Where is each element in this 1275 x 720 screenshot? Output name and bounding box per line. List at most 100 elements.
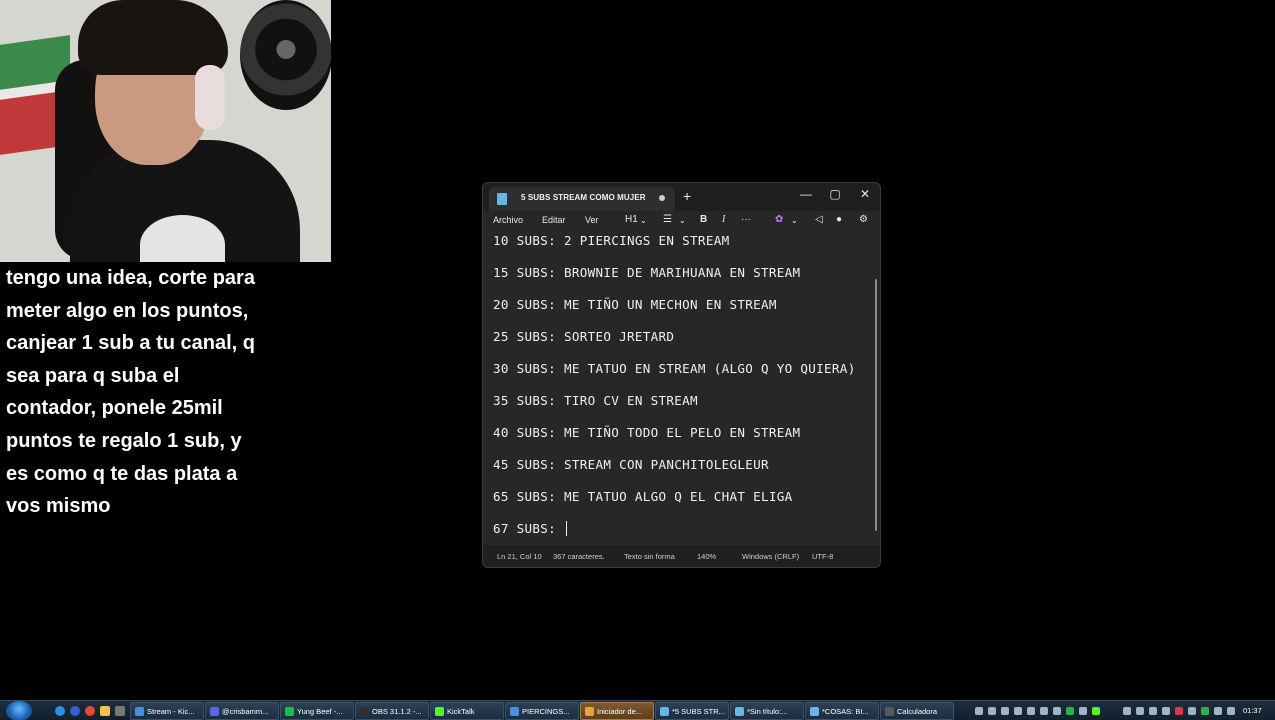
- taskbar-button[interactable]: @crisbamm...: [205, 702, 279, 720]
- overlay-line: tengo una idea, corte para: [6, 267, 255, 289]
- taskbar-button[interactable]: Stream - Kic...: [130, 702, 204, 720]
- app-icon: [660, 707, 669, 716]
- network-icon[interactable]: [1214, 707, 1222, 715]
- text-line: 25 SUBS: SORTEO JRETARD: [493, 329, 675, 344]
- maximize-button[interactable]: ▢: [820, 185, 850, 205]
- more-options-button[interactable]: ···: [741, 214, 751, 226]
- streamer-hair: [78, 0, 228, 75]
- tray-icon[interactable]: [975, 707, 983, 715]
- new-tab-button[interactable]: +: [683, 189, 691, 203]
- tray-icon[interactable]: [1001, 707, 1009, 715]
- taskbar-button-label: *COSAS: BI...: [822, 707, 869, 716]
- notepad-icon: [497, 193, 507, 205]
- italic-button[interactable]: I: [722, 214, 725, 226]
- tray-icon[interactable]: [1201, 707, 1209, 715]
- tray-icon[interactable]: [1014, 707, 1022, 715]
- chat-message-overlay: tengo una idea, corte para meter algo en…: [6, 262, 306, 523]
- app-icon[interactable]: [85, 706, 95, 716]
- taskbar-button[interactable]: KickTalk: [430, 702, 504, 720]
- close-button[interactable]: ✕: [850, 185, 880, 205]
- megaphone-icon[interactable]: ◁: [815, 214, 823, 226]
- app-icon: [210, 707, 219, 716]
- account-icon[interactable]: ●: [836, 214, 842, 226]
- tray-icon[interactable]: [1188, 707, 1196, 715]
- taskbar-button[interactable]: OBS 31.1.2 -...: [355, 702, 429, 720]
- taskbar-button[interactable]: *5 SUBS STR...: [655, 702, 729, 720]
- taskbar-button[interactable]: *Sin título:...: [730, 702, 804, 720]
- text-editor[interactable]: 10 SUBS: 2 PIERCINGS EN STREAM 15 SUBS: …: [483, 231, 880, 547]
- cursor-position[interactable]: Ln 21, Col 10: [497, 552, 542, 561]
- tray-icon[interactable]: [1040, 707, 1048, 715]
- whatsapp-icon[interactable]: [1066, 707, 1074, 715]
- heading-dropdown[interactable]: H1: [625, 214, 638, 226]
- title-bar[interactable]: 5 SUBS STREAM COMO MUJER + — ▢ ✕: [483, 183, 880, 211]
- tray-icon[interactable]: [1092, 707, 1100, 715]
- status-bar: Ln 21, Col 10 367 caracteres. Texto sin …: [483, 545, 880, 567]
- format-label[interactable]: Texto sin forma: [624, 552, 675, 561]
- taskbar-button-label: @crisbamm...: [222, 707, 269, 716]
- tray-icon[interactable]: [1079, 707, 1087, 715]
- volume-icon[interactable]: [1227, 707, 1235, 715]
- overlay-line: sea para q suba el: [6, 364, 180, 387]
- app-icon: [510, 707, 519, 716]
- taskbar-button[interactable]: Yung Beef -...: [280, 702, 354, 720]
- app-icon: [735, 707, 744, 716]
- text-line: 15 SUBS: BROWNIE DE MARIHUANA EN STREAM: [493, 265, 801, 280]
- chevron-down-icon[interactable]: ⌄: [640, 215, 647, 227]
- chevron-down-icon[interactable]: ⌄: [791, 215, 798, 227]
- zoom-level[interactable]: 140%: [697, 552, 716, 561]
- chevron-down-icon[interactable]: ⌄: [679, 215, 686, 227]
- minimize-button[interactable]: —: [791, 185, 821, 205]
- app-icon[interactable]: [115, 706, 125, 716]
- taskbar-button-label: Stream - Kic...: [147, 707, 195, 716]
- taskbar-button-label: OBS 31.1.2 -...: [372, 707, 422, 716]
- vertical-scrollbar[interactable]: [875, 279, 877, 531]
- menu-editar[interactable]: Editar: [542, 215, 566, 225]
- line-ending[interactable]: Windows (CRLF): [742, 552, 799, 561]
- tray-icon[interactable]: [1123, 707, 1131, 715]
- browser-icon[interactable]: [55, 706, 65, 716]
- text-caret: [566, 521, 567, 536]
- clock[interactable]: 01:37: [1243, 706, 1262, 715]
- encoding[interactable]: UTF-8: [812, 552, 833, 561]
- tray-icon[interactable]: [1149, 707, 1157, 715]
- tray-icon[interactable]: [1162, 707, 1170, 715]
- overlay-line: es como q te das plata a: [6, 462, 238, 485]
- tray-icon[interactable]: [1027, 707, 1035, 715]
- overlay-line: puntos te regalo 1 sub, y: [6, 429, 242, 452]
- tray-icon[interactable]: [1053, 707, 1061, 715]
- settings-gear-icon[interactable]: ⚙: [859, 214, 868, 226]
- tray-icon[interactable]: [988, 707, 996, 715]
- app-icon: [435, 707, 444, 716]
- start-button[interactable]: [6, 701, 32, 720]
- taskbar-button[interactable]: Iniciador de...: [580, 702, 654, 720]
- bold-button[interactable]: B: [700, 214, 707, 226]
- tray-icon[interactable]: [1136, 707, 1144, 715]
- app-icon: [810, 707, 819, 716]
- text-line: 20 SUBS: ME TIÑO UN MECHON EN STREAM: [493, 297, 777, 312]
- overlay-line: vos mismo: [6, 495, 111, 518]
- copilot-icon[interactable]: ✿: [775, 214, 783, 226]
- app-icon[interactable]: [70, 706, 80, 716]
- tab-document[interactable]: 5 SUBS STREAM COMO MUJER: [489, 187, 675, 211]
- text-line: 67 SUBS:: [493, 521, 564, 536]
- app-icon: [135, 707, 144, 716]
- taskbar-button[interactable]: *COSAS: BI...: [805, 702, 879, 720]
- headset: [195, 65, 225, 130]
- overlay-line: canjear 1 sub a tu canal, q: [6, 332, 255, 355]
- taskbar-button-label: Yung Beef -...: [297, 707, 343, 716]
- app-icon: [885, 707, 894, 716]
- overlay-line: meter algo en los puntos,: [6, 299, 249, 322]
- menu-archivo[interactable]: Archivo: [493, 215, 523, 225]
- unsaved-dot-icon[interactable]: [659, 195, 665, 201]
- text-line: 35 SUBS: TIRO CV EN STREAM: [493, 393, 698, 408]
- app-icon: [585, 707, 594, 716]
- tray-icon[interactable]: [1175, 707, 1183, 715]
- taskbar-button[interactable]: Calculadora: [880, 702, 954, 720]
- list-icon[interactable]: ☰: [663, 214, 672, 226]
- taskbar-button[interactable]: PIERCINGS...: [505, 702, 579, 720]
- notepad-window: 5 SUBS STREAM COMO MUJER + — ▢ ✕ Archivo…: [482, 182, 881, 568]
- folder-icon[interactable]: [100, 706, 110, 716]
- text-line: 10 SUBS: 2 PIERCINGS EN STREAM: [493, 233, 730, 248]
- menu-ver[interactable]: Ver: [585, 215, 599, 225]
